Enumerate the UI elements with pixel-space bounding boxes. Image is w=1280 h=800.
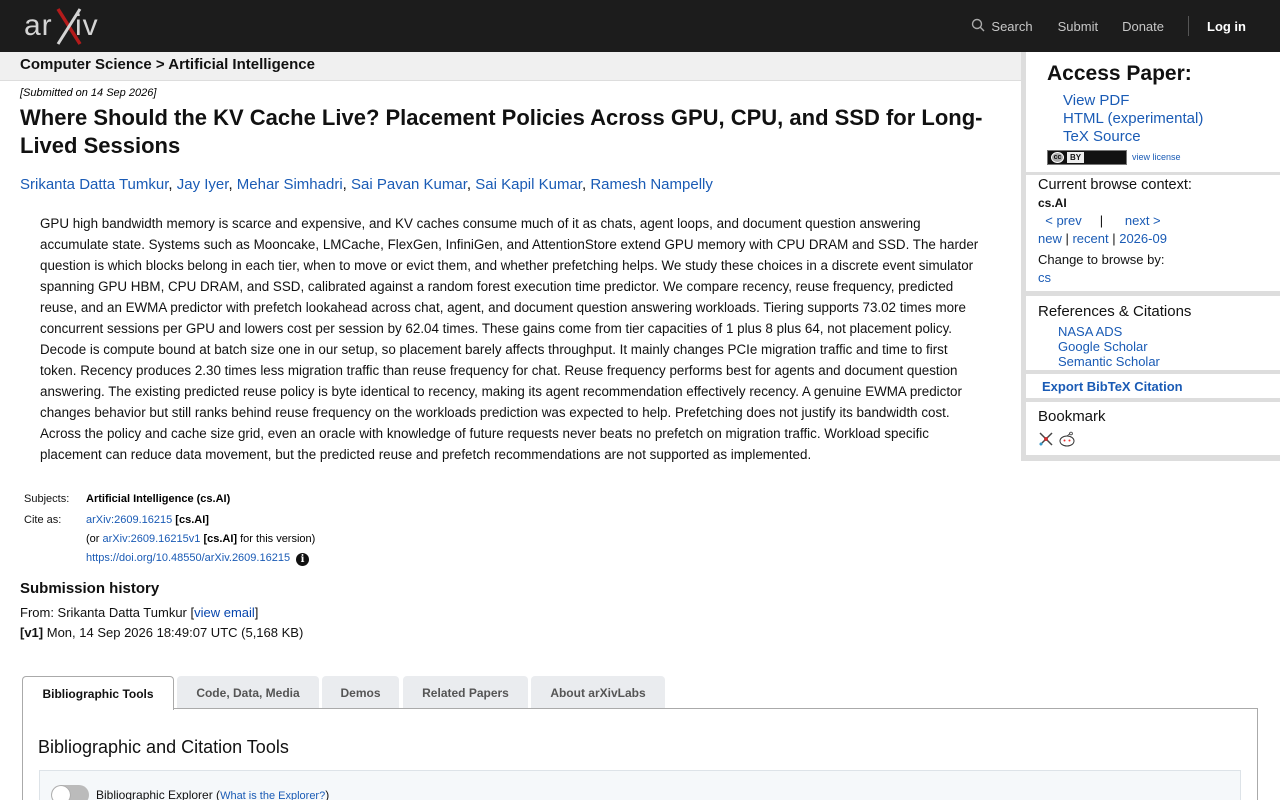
author-link[interactable]: Ramesh Nampelly xyxy=(590,176,713,193)
version-prefix: (or xyxy=(86,533,100,545)
what-is-explorer-link[interactable]: What is the Explorer? xyxy=(220,790,325,800)
author-link[interactable]: Sai Pavan Kumar xyxy=(351,176,467,193)
top-navigation-bar: ar iv Search Submit Donate Log in xyxy=(0,0,1280,52)
reddit-icon[interactable] xyxy=(1058,431,1076,452)
cc-license-badge[interactable]: cc BY xyxy=(1047,150,1127,165)
tab-bar: Bibliographic Tools Code, Data, Media De… xyxy=(22,676,1258,710)
by-icon: BY xyxy=(1067,152,1085,163)
submission-from: From: Srikanta Datta Tumkur [view email] xyxy=(20,605,258,620)
breadcrumb[interactable]: Computer Science > Artificial Intelligen… xyxy=(20,56,315,73)
nav-divider xyxy=(1188,16,1189,36)
cite-arxiv-id-link[interactable]: arXiv:2609.16215 xyxy=(86,514,172,526)
export-bibtex-link[interactable]: Export BibTeX Citation xyxy=(1042,379,1183,394)
from-prefix: From: Srikanta Datta Tumkur [ xyxy=(20,605,195,620)
top-nav-links: Search Submit Donate Log in xyxy=(971,0,1280,52)
tex-source-link[interactable]: TeX Source xyxy=(1063,128,1203,146)
tab-related-papers[interactable]: Related Papers xyxy=(403,676,528,709)
references-heading: References & Citations xyxy=(1038,303,1192,320)
month-link[interactable]: 2026-09 xyxy=(1119,231,1167,246)
from-suffix: ] xyxy=(254,605,259,620)
view-pdf-link[interactable]: View PDF xyxy=(1063,92,1203,110)
svg-text:ar: ar xyxy=(24,9,53,42)
subjects-label: Subjects: xyxy=(24,493,70,505)
explorer-toggle[interactable] xyxy=(51,785,89,800)
references-box: References & Citations NASA ADS Google S… xyxy=(1026,296,1280,370)
submission-date: [Submitted on 14 Sep 2026] xyxy=(20,87,157,99)
browse-prev-next: < prev | next > xyxy=(1038,213,1161,228)
version-category: [cs.AI] xyxy=(203,533,238,545)
view-license-link[interactable]: view license xyxy=(1132,152,1181,162)
bookmark-heading: Bookmark xyxy=(1038,408,1106,425)
arxiv-logo[interactable]: ar iv xyxy=(22,6,114,46)
references-links: NASA ADS Google Scholar Semantic Scholar xyxy=(1058,324,1160,369)
bibsonomy-icon[interactable] xyxy=(1038,431,1054,452)
cite-label: Cite as: xyxy=(24,514,62,526)
right-sidebar: Access Paper: View PDF HTML (experimenta… xyxy=(1021,52,1280,461)
version-id-link[interactable]: arXiv:2609.16215v1 xyxy=(103,533,201,545)
author-link[interactable]: Mehar Simhadri xyxy=(237,176,343,193)
change-browse-label: Change to browse by: xyxy=(1038,252,1165,267)
bookmark-icons xyxy=(1038,431,1076,452)
html-link[interactable]: HTML (experimental) xyxy=(1063,110,1203,128)
search-button[interactable]: Search xyxy=(971,18,1033,35)
browse-context-value: cs.AI xyxy=(1038,196,1067,210)
access-paper-box: Access Paper: View PDF HTML (experimenta… xyxy=(1026,52,1280,172)
new-link[interactable]: new xyxy=(1038,231,1062,246)
export-box: Export BibTeX Citation xyxy=(1026,374,1280,398)
breadcrumb-bar: Computer Science > Artificial Intelligen… xyxy=(0,52,1021,81)
explorer-label-text: Bibliographic Explorer ( xyxy=(96,788,221,800)
toggle-knob xyxy=(52,786,70,800)
browse-list-links: new | recent | 2026-09 xyxy=(1038,231,1167,246)
nav-separator: | xyxy=(1099,213,1104,228)
tab-bibliographic-tools[interactable]: Bibliographic Tools xyxy=(22,676,174,710)
version-details: Mon, 14 Sep 2026 18:49:07 UTC (5,168 KB) xyxy=(43,625,304,640)
access-links: View PDF HTML (experimental) TeX Source xyxy=(1063,92,1203,146)
view-email-link[interactable]: view email xyxy=(194,605,255,620)
version-suffix: for this version) xyxy=(240,533,316,545)
author-link[interactable]: Jay Iyer xyxy=(177,176,229,193)
recent-link[interactable]: recent xyxy=(1072,231,1108,246)
abstract: GPU high bandwidth memory is scarce and … xyxy=(40,216,979,462)
google-scholar-link[interactable]: Google Scholar xyxy=(1058,339,1160,354)
subjects-value: Artificial Intelligence (cs.AI) xyxy=(86,493,231,505)
tab-demos[interactable]: Demos xyxy=(322,676,399,709)
cite-category: [cs.AI] xyxy=(175,514,209,526)
panel-heading: Bibliographic and Citation Tools xyxy=(38,737,289,757)
version-tag[interactable]: [v1] xyxy=(20,625,43,640)
author-list: Srikanta Datta Tumkur, Jay Iyer, Mehar S… xyxy=(20,176,713,193)
browse-cs-link[interactable]: cs xyxy=(1038,270,1051,285)
next-link[interactable]: next > xyxy=(1125,213,1161,228)
cc-icon: cc xyxy=(1051,152,1064,163)
browse-context-box: Current browse context: cs.AI < prev | n… xyxy=(1026,175,1280,291)
search-label: Search xyxy=(991,18,1033,34)
submit-link[interactable]: Submit xyxy=(1058,19,1098,34)
login-link[interactable]: Log in xyxy=(1207,19,1246,34)
semantic-scholar-link[interactable]: Semantic Scholar xyxy=(1058,354,1160,369)
tab-code-data-media[interactable]: Code, Data, Media xyxy=(177,676,319,709)
info-icon[interactable]: i xyxy=(296,553,310,566)
explorer-label-close: ) xyxy=(325,788,330,800)
bookmark-box: Bookmark xyxy=(1026,402,1280,455)
tab-about-arxivlabs[interactable]: About arXivLabs xyxy=(531,676,665,709)
version-entry: [v1] Mon, 14 Sep 2026 18:49:07 UTC (5,16… xyxy=(20,625,303,640)
prev-link[interactable]: < prev xyxy=(1045,213,1082,228)
browse-context-heading: Current browse context: xyxy=(1038,177,1192,193)
access-paper-heading: Access Paper: xyxy=(1047,62,1192,85)
explorer-label: Bibliographic Explorer (What is the Expl… xyxy=(96,788,329,800)
nasa-ads-link[interactable]: NASA ADS xyxy=(1058,324,1160,339)
paper-title: Where Should the KV Cache Live? Placemen… xyxy=(20,105,983,158)
author-link[interactable]: Sai Kapil Kumar xyxy=(475,176,582,193)
submission-history-heading: Submission history xyxy=(20,580,160,597)
search-icon xyxy=(971,18,985,35)
author-link[interactable]: Srikanta Datta Tumkur xyxy=(20,176,168,193)
metadata-table: Subjects: Artificial Intelligence (cs.AI… xyxy=(20,488,319,570)
doi-link[interactable]: https://doi.org/10.48550/arXiv.2609.1621… xyxy=(86,552,290,564)
donate-link[interactable]: Donate xyxy=(1122,19,1164,34)
